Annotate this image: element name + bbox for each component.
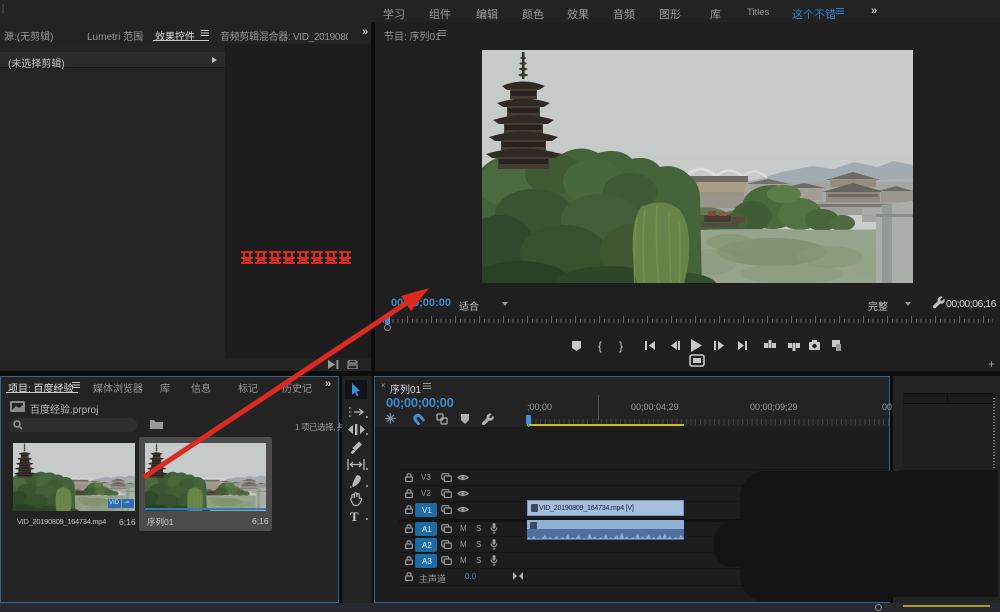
svg-text:{: { (598, 339, 602, 353)
svg-text:}: } (619, 339, 623, 353)
